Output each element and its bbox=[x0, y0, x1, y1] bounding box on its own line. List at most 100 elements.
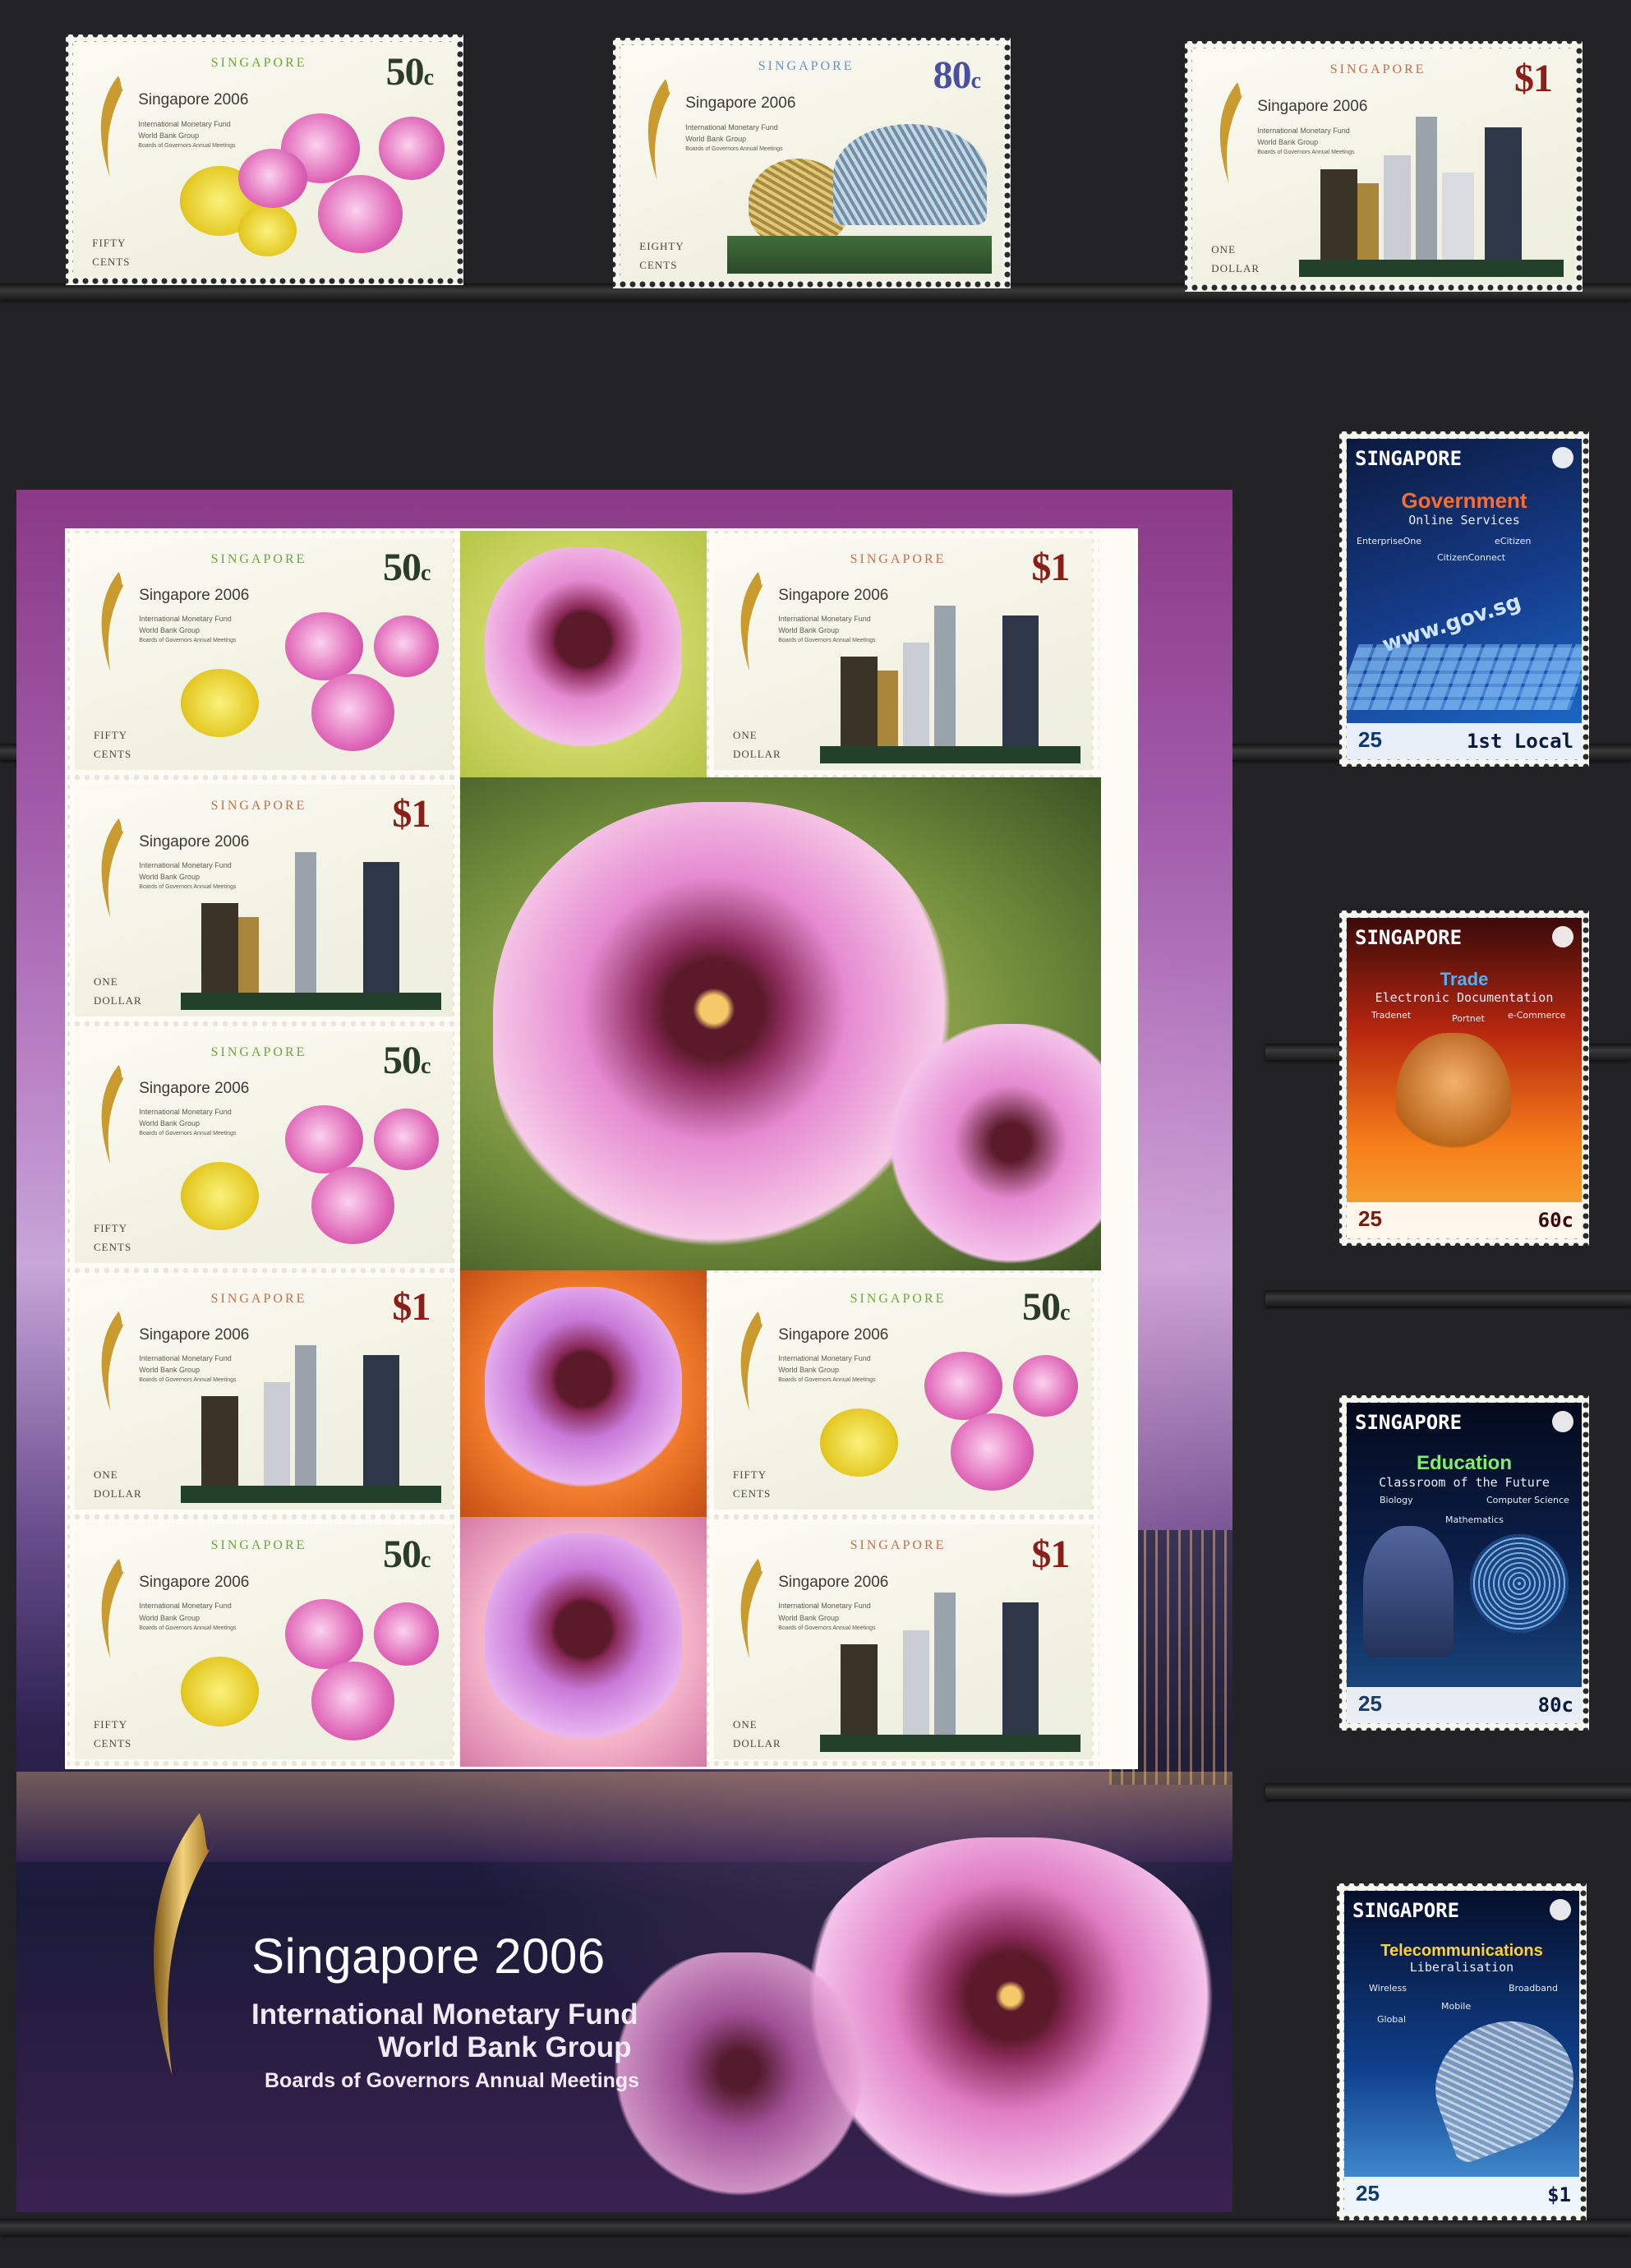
stamp-theme: Government bbox=[1401, 488, 1527, 513]
stamp-description: Liberalisation bbox=[1409, 1960, 1514, 1975]
sheet-stamp-1-dollar: SINGAPORE $1 Singapore 2006 Internationa… bbox=[707, 1517, 1099, 1767]
stamp-value-words: CENTS bbox=[94, 747, 132, 760]
stamp-country: SINGAPORE bbox=[850, 1538, 947, 1553]
sheet-subtitle: World Bank Group bbox=[378, 2031, 632, 2063]
stamp-value-words: DOLLAR bbox=[94, 1487, 142, 1500]
stamp-value-words: DOLLAR bbox=[1211, 261, 1260, 274]
lion-head-icon bbox=[1552, 447, 1573, 468]
stamp-country: SINGAPORE bbox=[850, 1291, 947, 1306]
sheet-stamp-50c: SINGAPORE 50c Singapore 2006 Internation… bbox=[67, 531, 460, 777]
stamp-value-words: ONE bbox=[94, 975, 118, 989]
stamp-keyword: Tradenet bbox=[1371, 1010, 1412, 1021]
lion-head-icon bbox=[1550, 1899, 1571, 1920]
stamp-keyword: EnterpriseOne bbox=[1357, 536, 1421, 546]
stamp-keyword: Computer Science bbox=[1486, 1495, 1569, 1505]
stamp-value: 50c bbox=[1021, 1285, 1070, 1330]
stamp-value-words: FIFTY bbox=[92, 236, 127, 249]
flame-logo-icon bbox=[102, 1064, 126, 1165]
stamp-value-words: DOLLAR bbox=[733, 747, 781, 760]
stamp-keyword: Wireless bbox=[1369, 1983, 1408, 1994]
stamp-keyword: Portnet bbox=[1452, 1013, 1485, 1024]
stamp-value: $1 bbox=[392, 1285, 431, 1330]
stamp-theme: Telecommunications bbox=[1380, 1942, 1543, 1960]
sheet-stamp-50c: SINGAPORE 50c Singapore 2006 Internation… bbox=[707, 1270, 1099, 1517]
flame-logo-icon bbox=[647, 79, 672, 181]
stamp-value: $1 bbox=[1031, 1532, 1070, 1576]
stamp-80c: SINGAPORE 80c Singapore 2006 Internation… bbox=[613, 38, 1011, 288]
stamp-value-words: CENTS bbox=[733, 1487, 772, 1500]
skyline-artwork bbox=[819, 1579, 1081, 1753]
stamp-value-words: ONE bbox=[94, 1468, 118, 1482]
flame-logo-icon bbox=[102, 818, 126, 919]
flame-logo-icon bbox=[741, 571, 765, 672]
stamp-country: SINGAPORE bbox=[1355, 447, 1463, 470]
orchid-label bbox=[460, 1270, 707, 1517]
miniature-sheet: SINGAPORE 50c Singapore 2006 Internation… bbox=[16, 490, 1232, 2212]
skyline-artwork bbox=[180, 1331, 442, 1503]
anniversary-number: 25 bbox=[1358, 1206, 1382, 1231]
orchid-artwork bbox=[819, 1331, 1080, 1503]
student-graphic bbox=[1363, 1526, 1454, 1657]
flame-logo-icon bbox=[1219, 82, 1244, 184]
album-strip bbox=[0, 2219, 1631, 2235]
stamp-country: SINGAPORE bbox=[758, 59, 855, 74]
anniversary-number: 25 bbox=[1358, 727, 1382, 752]
stamp-value: 60c bbox=[1537, 1209, 1573, 1232]
stamp-description: Online Services bbox=[1408, 513, 1520, 528]
stamp-keyword: Global bbox=[1377, 2014, 1407, 2025]
stamp-value-words: CENTS bbox=[94, 1736, 132, 1749]
flame-logo-icon bbox=[102, 1311, 126, 1412]
stamp-value-words: FIFTY bbox=[94, 1717, 128, 1731]
stamp-value: $1 bbox=[1031, 546, 1070, 590]
stamp-keyword: Biology bbox=[1380, 1495, 1413, 1505]
stamp-keyword: Mathematics bbox=[1445, 1514, 1504, 1525]
satellite-dish-graphic bbox=[1417, 2002, 1579, 2166]
orchid-decoration bbox=[608, 1952, 871, 2212]
stamp-country: SINGAPORE bbox=[210, 551, 307, 566]
stamp-value-words: FIFTY bbox=[94, 729, 128, 742]
stamp-country: SINGAPORE bbox=[210, 56, 307, 71]
orchid-label bbox=[460, 1517, 707, 1767]
stamp-value-words: CENTS bbox=[94, 1240, 132, 1253]
flame-logo-icon bbox=[741, 1559, 765, 1659]
stamp-country: SINGAPORE bbox=[1355, 1411, 1463, 1434]
orchid-label bbox=[460, 531, 707, 777]
stamp-education: SINGAPORE Education Classroom of the Fut… bbox=[1339, 1395, 1589, 1731]
stamp-value-words: CENTS bbox=[639, 258, 678, 271]
stamp-description: Electronic Documentation bbox=[1375, 990, 1554, 1005]
lion-head-icon bbox=[1552, 926, 1573, 947]
flame-logo-icon bbox=[100, 76, 125, 177]
sheet-stamp-50c: SINGAPORE 50c Singapore 2006 Internation… bbox=[67, 1024, 460, 1270]
stamp-value-words: CENTS bbox=[92, 255, 131, 268]
stamp-trade: SINGAPORE Trade Electronic Documentation… bbox=[1339, 910, 1589, 1246]
stamp-value-words: DOLLAR bbox=[733, 1736, 781, 1749]
skyline-artwork bbox=[180, 838, 442, 1010]
stamp-value-words: FIFTY bbox=[94, 1222, 128, 1235]
sheet-stamp-50c: SINGAPORE 50c Singapore 2006 Internation… bbox=[67, 1517, 460, 1767]
album-strip bbox=[1265, 1290, 1631, 1307]
stamp-value: $1 bbox=[1547, 2183, 1571, 2206]
flame-logo-icon bbox=[154, 1813, 213, 2076]
stamp-value-words: EIGHTY bbox=[639, 239, 684, 252]
stamp-value-words: ONE bbox=[1211, 242, 1237, 256]
stamp-country: SINGAPORE bbox=[210, 1044, 307, 1059]
stamp-1-dollar: SINGAPORE $1 Singapore 2006 Internationa… bbox=[1185, 41, 1583, 292]
orchid-artwork bbox=[180, 1085, 441, 1256]
stamp-value-words: ONE bbox=[733, 1717, 758, 1731]
stamp-value: $1 bbox=[392, 792, 431, 837]
globe-graphic bbox=[1470, 1534, 1569, 1633]
stamp-description: Classroom of the Future bbox=[1379, 1475, 1550, 1490]
flame-logo-icon bbox=[102, 571, 126, 672]
stamp-keyword: Broadband bbox=[1509, 1983, 1558, 1994]
anniversary-number: 25 bbox=[1358, 1691, 1382, 1716]
stamp-country: SINGAPORE bbox=[1352, 1899, 1460, 1922]
stamp-keyword: eCitizen bbox=[1495, 536, 1532, 546]
orchid-artwork bbox=[180, 96, 445, 270]
anniversary-number: 25 bbox=[1356, 2181, 1380, 2206]
stamp-keyword: e-Commerce bbox=[1508, 1010, 1566, 1021]
sheet-title: Singapore 2006 bbox=[251, 1929, 606, 1984]
stamp-keyword: CitizenConnect bbox=[1437, 552, 1506, 563]
stamp-theme: Education bbox=[1416, 1452, 1513, 1474]
sheet-stamp-1-dollar: SINGAPORE $1 Singapore 2006 Internationa… bbox=[707, 531, 1099, 777]
stamp-country: SINGAPORE bbox=[1329, 62, 1426, 77]
